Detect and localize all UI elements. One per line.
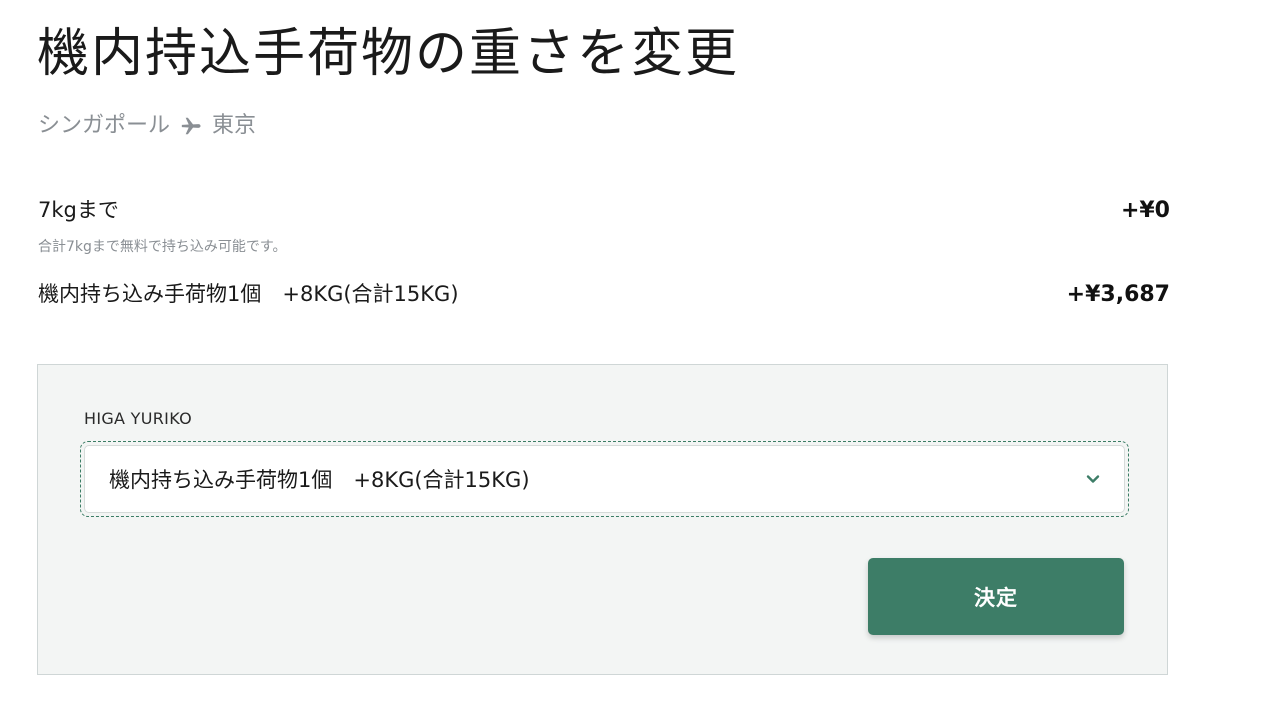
chevron-down-icon (1084, 470, 1102, 488)
passenger-panel: HIGA YURIKO 機内持ち込み手荷物1個 +8KG(合計15KG) 決定 (37, 364, 1168, 675)
plane-icon (180, 115, 202, 137)
route-breadcrumb: シンガポール 東京 (38, 112, 256, 140)
baggage-option-extra: 機内持ち込み手荷物1個 +8KG(合計15KG) +¥3,687 (38, 278, 1170, 308)
passenger-name: HIGA YURIKO (84, 409, 193, 428)
baggage-option-free: 7kgまで +¥0 (38, 194, 1170, 224)
option-note: 合計7kgまで無料で持ち込み可能です。 (38, 239, 287, 255)
route-origin: シンガポール (38, 113, 171, 138)
route-destination: 東京 (212, 113, 257, 138)
confirm-button[interactable]: 決定 (868, 558, 1124, 635)
baggage-select[interactable]: 機内持ち込み手荷物1個 +8KG(合計15KG) (84, 445, 1125, 513)
option-price: +¥0 (1120, 198, 1170, 223)
option-label: 機内持ち込み手荷物1個 +8KG(合計15KG) (38, 282, 459, 306)
page-title: 機内持込手荷物の重さを変更 (37, 24, 740, 84)
option-label: 7kgまで (38, 198, 119, 222)
page: 機内持込手荷物の重さを変更 シンガポール 東京 7kgまで +¥0 合計7kgま… (0, 0, 1280, 703)
select-value: 機内持ち込み手荷物1個 +8KG(合計15KG) (109, 468, 530, 492)
option-price: +¥3,687 (1066, 282, 1170, 307)
